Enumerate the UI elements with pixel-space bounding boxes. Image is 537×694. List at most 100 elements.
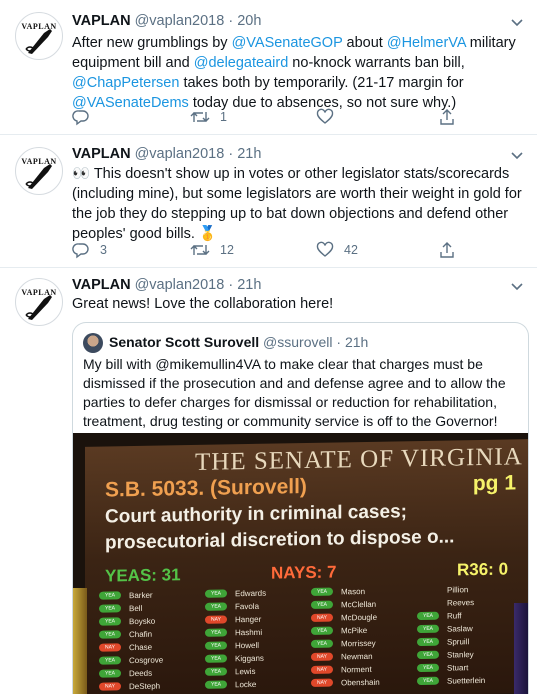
like-button[interactable] xyxy=(316,107,344,127)
board-subject-line-1: Court authority in criminal cases; xyxy=(105,501,407,528)
tweet[interactable]: VAPLAN VAPLAN @vaplan2018 · 21h 👀 This d… xyxy=(0,135,537,268)
vote-row: YEA Howell xyxy=(205,640,259,651)
quoted-avatar[interactable] xyxy=(83,333,103,353)
mention-link[interactable]: @VASenateGOP xyxy=(232,35,343,51)
vote-badge: YEA xyxy=(99,656,121,665)
vote-row: YEA Kiggans xyxy=(205,653,264,664)
vote-row: Reeves xyxy=(417,597,474,608)
vote-badge: YEA xyxy=(311,626,333,635)
avatar[interactable]: VAPLAN xyxy=(15,147,63,195)
reply-button[interactable]: 3 xyxy=(72,240,107,260)
senator-name: Cosgrove xyxy=(129,655,164,665)
tweet[interactable]: VAPLAN VAPLAN @vaplan2018 · 20h After ne… xyxy=(0,0,537,135)
avatar[interactable]: VAPLAN xyxy=(15,278,63,326)
quoted-tweet[interactable]: Senator Scott Surovell @ssurovell · 21h … xyxy=(72,322,529,694)
share-button[interactable] xyxy=(438,107,456,127)
vote-row: YEA Locke xyxy=(205,679,256,690)
vote-badge: NAY xyxy=(311,613,333,622)
vote-row: YEA Cosgrove xyxy=(99,655,163,666)
share-icon xyxy=(440,109,454,125)
vote-row: YEA Bell xyxy=(99,603,142,614)
chevron-down-icon[interactable] xyxy=(509,147,525,163)
senator-name: Deeds xyxy=(129,668,153,678)
vote-row: YEA Spruill xyxy=(417,636,469,647)
vote-badge: NAY xyxy=(99,682,121,691)
vote-badge: YEA xyxy=(205,667,227,676)
flag-left xyxy=(73,588,87,694)
handle[interactable]: @vaplan2018 xyxy=(135,277,225,293)
like-button[interactable]: 42 xyxy=(316,240,358,260)
retweet-count: 1 xyxy=(220,110,227,124)
vote-row: YEA McClellan xyxy=(311,599,376,610)
senator-name: Bell xyxy=(129,603,143,613)
board-page: pg 1 xyxy=(472,471,516,496)
reply-button[interactable] xyxy=(72,107,100,127)
vote-badge: YEA xyxy=(417,624,439,634)
share-button[interactable] xyxy=(438,240,456,260)
vote-row: YEA Lewis xyxy=(205,666,255,677)
vote-row: YEA Saslaw xyxy=(417,623,473,634)
senator-name: Howell xyxy=(235,640,260,650)
senator-name: Favola xyxy=(235,601,260,611)
mention-link[interactable]: @delegateaird xyxy=(194,55,289,71)
quoted-timestamp[interactable]: 21h xyxy=(345,334,368,350)
senator-name: Lewis xyxy=(235,666,256,676)
vote-row: YEA Hashmi xyxy=(205,627,262,638)
vote-row: YEA Chafin xyxy=(99,629,152,640)
vote-badge: YEA xyxy=(417,650,439,660)
senator-name: Suetterlein xyxy=(447,675,486,686)
vote-row: NAY Obenshain xyxy=(311,677,380,688)
vote-badge: YEA xyxy=(311,587,333,596)
vote-badge: YEA xyxy=(205,628,227,637)
tweet-actions: 3 12 42 xyxy=(72,240,512,260)
timestamp[interactable]: 21h xyxy=(237,277,261,293)
like-icon xyxy=(316,108,334,124)
display-name[interactable]: VAPLAN xyxy=(72,277,131,293)
display-name[interactable]: VAPLAN xyxy=(72,146,131,162)
handle[interactable]: @vaplan2018 xyxy=(135,13,225,29)
vote-row: NAY Newman xyxy=(311,651,373,662)
timestamp[interactable]: 20h xyxy=(237,13,261,29)
board-yeas: YEAS: 31 xyxy=(105,565,181,586)
tweet-header: VAPLAN @vaplan2018 · 21h xyxy=(72,277,261,293)
handle[interactable]: @vaplan2018 xyxy=(135,146,225,162)
vote-badge: YEA xyxy=(311,600,333,609)
chevron-down-icon[interactable] xyxy=(509,14,525,30)
senator-name: Pillion xyxy=(447,584,469,595)
flag-right xyxy=(514,603,528,694)
quoted-handle[interactable]: @ssurovell xyxy=(263,334,332,350)
reply-count: 3 xyxy=(100,243,107,257)
retweet-button[interactable]: 1 xyxy=(190,107,227,127)
quoted-header: Senator Scott Surovell @ssurovell · 21h xyxy=(109,334,368,350)
mention-link[interactable]: @HelmerVA xyxy=(387,35,466,51)
avatar[interactable]: VAPLAN xyxy=(15,12,63,60)
vote-badge: YEA xyxy=(205,589,227,598)
vote-row: YEA Boysko xyxy=(99,616,155,627)
quoted-photo[interactable]: THE SENATE OF VIRGINIA S.B. 5033. (Surov… xyxy=(73,433,528,694)
fountain-pen-icon xyxy=(25,295,52,320)
vote-row: YEA Barker xyxy=(99,590,153,601)
display-name[interactable]: VAPLAN xyxy=(72,13,131,29)
senator-name: Mason xyxy=(341,586,366,596)
senator-name: Chafin xyxy=(129,629,153,639)
tweet-text-segment: 👀 This doesn't show up in votes or other… xyxy=(72,166,522,242)
vote-badge: YEA xyxy=(205,602,227,611)
vote-row: YEA Mason xyxy=(311,586,365,597)
tweet-header: VAPLAN @vaplan2018 · 20h xyxy=(72,13,261,29)
chevron-down-icon[interactable] xyxy=(509,278,525,294)
vote-row: YEA Favola xyxy=(205,601,259,612)
timestamp[interactable]: 21h xyxy=(237,146,261,162)
vote-row: YEA Deeds xyxy=(99,668,152,679)
quoted-display-name[interactable]: Senator Scott Surovell xyxy=(109,334,259,350)
separator-dot: · xyxy=(228,13,234,29)
retweet-button[interactable]: 12 xyxy=(190,240,234,260)
senator-name: Ruff xyxy=(447,610,462,621)
senator-name: Hashmi xyxy=(235,627,263,637)
tweet-text: Great news! Love the collaboration here! xyxy=(72,294,524,314)
vote-badge: NAY xyxy=(311,678,333,687)
mention-link[interactable]: @ChapPetersen xyxy=(72,75,179,91)
vote-row: Pillion xyxy=(417,584,468,595)
vote-badge: YEA xyxy=(99,617,121,626)
senator-name: Spruill xyxy=(447,636,470,647)
board-bill-number: S.B. 5033. (Surovell) xyxy=(105,475,307,502)
